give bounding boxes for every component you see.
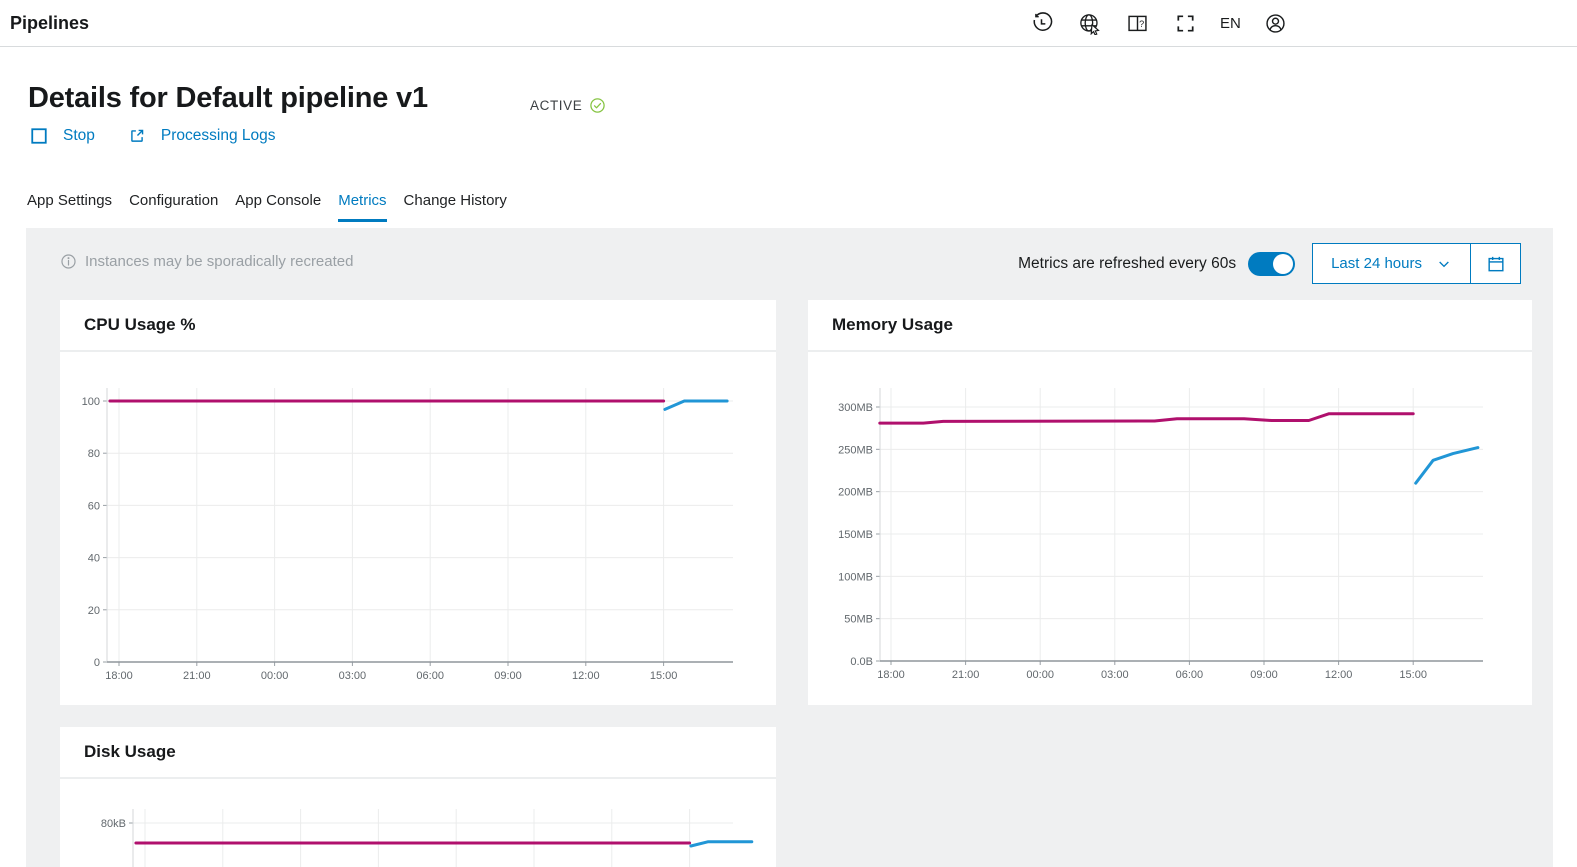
disk-usage-card: Disk Usage 18:0021:0000:0003:0006:0009:0… [60, 727, 776, 867]
calendar-button[interactable] [1470, 244, 1520, 283]
svg-text:21:00: 21:00 [183, 670, 211, 682]
svg-text:09:00: 09:00 [1250, 669, 1278, 681]
svg-text:100MB: 100MB [838, 571, 873, 583]
svg-text:80: 80 [88, 448, 100, 460]
processing-logs-link[interactable]: Processing Logs [128, 127, 276, 145]
tab-configuration[interactable]: Configuration [129, 188, 218, 222]
memory-usage-chart: 18:00 21:00 00:00 03:00 06:00 09:00 12:00 15:00… [808, 352, 1532, 682]
memory-card-header: Memory Usage [808, 300, 1532, 352]
status-badge: ACTIVE [530, 97, 606, 114]
svg-text:03:00: 03:00 [339, 670, 367, 682]
refresh-toggle[interactable] [1248, 252, 1295, 276]
tab-app-settings[interactable]: App Settings [27, 188, 112, 222]
svg-text:06:00: 06:00 [1176, 669, 1204, 681]
svg-text:12:00: 12:00 [1325, 669, 1353, 681]
disk-usage-chart: 18:0021:0000:0003:0006:0009:0012:0015:00… [60, 779, 776, 867]
svg-text:18:00: 18:00 [105, 670, 133, 682]
stop-label: Stop [63, 127, 95, 145]
cpu-usage-chart: 18:00 21:00 00:00 03:00 06:00 09:00 12:00 15:00… [60, 352, 776, 682]
user-account-icon[interactable] [1262, 10, 1289, 37]
disk-card-title: Disk Usage [84, 742, 176, 762]
svg-text:300MB: 300MB [838, 402, 873, 414]
help-book-icon[interactable]: ? [1124, 10, 1151, 37]
fullscreen-icon[interactable] [1172, 10, 1199, 37]
tabs-row: App Settings Configuration App Console M… [27, 188, 507, 222]
tab-app-console[interactable]: App Console [235, 188, 321, 222]
svg-text:00:00: 00:00 [261, 670, 289, 682]
calendar-icon [1486, 254, 1506, 274]
metrics-panel: Instances may be sporadically recreated … [26, 228, 1553, 867]
notice-text: Instances may be sporadically recreated [85, 253, 353, 270]
svg-text:15:00: 15:00 [1399, 669, 1427, 681]
tab-metrics[interactable]: Metrics [338, 188, 386, 222]
svg-text:250MB: 250MB [838, 444, 873, 456]
instances-notice: Instances may be sporadically recreated [60, 253, 353, 270]
cpu-card-title: CPU Usage % [84, 315, 195, 335]
svg-text:12:00: 12:00 [572, 670, 600, 682]
memory-usage-card: Memory Usage 18:00 21:00 00:00 03:00 06:00 09… [808, 300, 1532, 705]
svg-text:60: 60 [88, 500, 100, 512]
stop-button[interactable]: Stop [30, 127, 95, 145]
svg-text:100: 100 [82, 396, 100, 408]
panel-controls: Metrics are refreshed every 60s Last 24 … [1018, 243, 1521, 284]
svg-text:06:00: 06:00 [416, 670, 444, 682]
toggle-knob [1273, 254, 1293, 274]
svg-text:?: ? [1139, 19, 1144, 29]
stop-square-icon [30, 127, 48, 145]
svg-text:21:00: 21:00 [952, 669, 980, 681]
history-icon[interactable] [1028, 10, 1055, 37]
actions-row: Stop Processing Logs [30, 127, 275, 145]
app-title: Pipelines [10, 0, 89, 47]
svg-text:0.0B: 0.0B [850, 656, 873, 668]
disk-card-header: Disk Usage [60, 727, 776, 779]
svg-text:150MB: 150MB [838, 529, 873, 541]
cpu-usage-card: CPU Usage % 18:00 21:00 00:00 03:00 06:00 09:… [60, 300, 776, 705]
svg-text:0: 0 [94, 657, 100, 669]
top-bar: Pipelines ? [0, 0, 1577, 47]
svg-text:20: 20 [88, 605, 100, 617]
language-selector[interactable]: EN [1220, 15, 1241, 32]
svg-text:18:00: 18:00 [877, 669, 905, 681]
svg-text:03:00: 03:00 [1101, 669, 1129, 681]
svg-text:200MB: 200MB [838, 487, 873, 499]
svg-text:15:00: 15:00 [650, 670, 678, 682]
refresh-label: Metrics are refreshed every 60s [1018, 255, 1236, 273]
external-link-icon [128, 127, 146, 145]
memory-card-title: Memory Usage [832, 315, 953, 335]
svg-text:80kB: 80kB [101, 818, 126, 830]
tab-change-history[interactable]: Change History [404, 188, 507, 222]
check-circle-icon [589, 97, 606, 114]
svg-text:00:00: 00:00 [1026, 669, 1054, 681]
time-range-group: Last 24 hours [1312, 243, 1521, 284]
chevron-down-icon [1436, 256, 1452, 272]
processing-logs-label: Processing Logs [161, 127, 276, 145]
svg-text:09:00: 09:00 [494, 670, 522, 682]
info-icon [60, 253, 77, 270]
svg-text:40: 40 [88, 553, 100, 565]
svg-text:50MB: 50MB [844, 614, 873, 626]
topbar-icon-group: ? EN [1028, 0, 1289, 47]
time-range-dropdown[interactable]: Last 24 hours [1313, 244, 1470, 283]
time-range-value: Last 24 hours [1331, 255, 1422, 272]
cpu-card-header: CPU Usage % [60, 300, 776, 352]
page-title: Details for Default pipeline v1 [28, 82, 428, 115]
globe-language-icon[interactable] [1076, 10, 1103, 37]
status-label: ACTIVE [530, 98, 582, 113]
